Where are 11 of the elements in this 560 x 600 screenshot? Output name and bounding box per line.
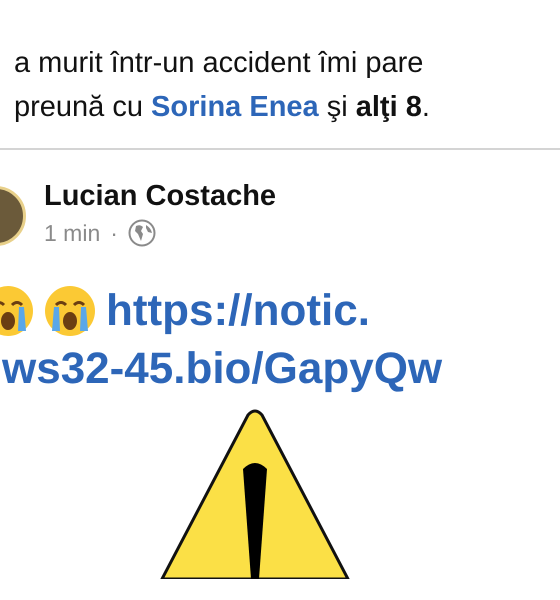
author-name[interactable]: Lucian Costache: [44, 180, 276, 213]
crying-face-icon: [44, 285, 96, 337]
separator-dot: ·: [110, 220, 118, 246]
post-link[interactable]: ws32-45.bio/GapyQw: [2, 343, 442, 395]
post-time: 1 min: [44, 220, 100, 246]
warning-sign-icon: [160, 409, 350, 579]
caption-text: preună cu Sorina Enea şi alţi 8.: [14, 90, 431, 125]
profile-link[interactable]: Sorina Enea: [151, 91, 319, 123]
caption-text: a murit într-un accident îmi pare: [14, 46, 424, 81]
globe-icon: [128, 219, 156, 247]
post-link[interactable]: https://notic.: [106, 285, 370, 337]
